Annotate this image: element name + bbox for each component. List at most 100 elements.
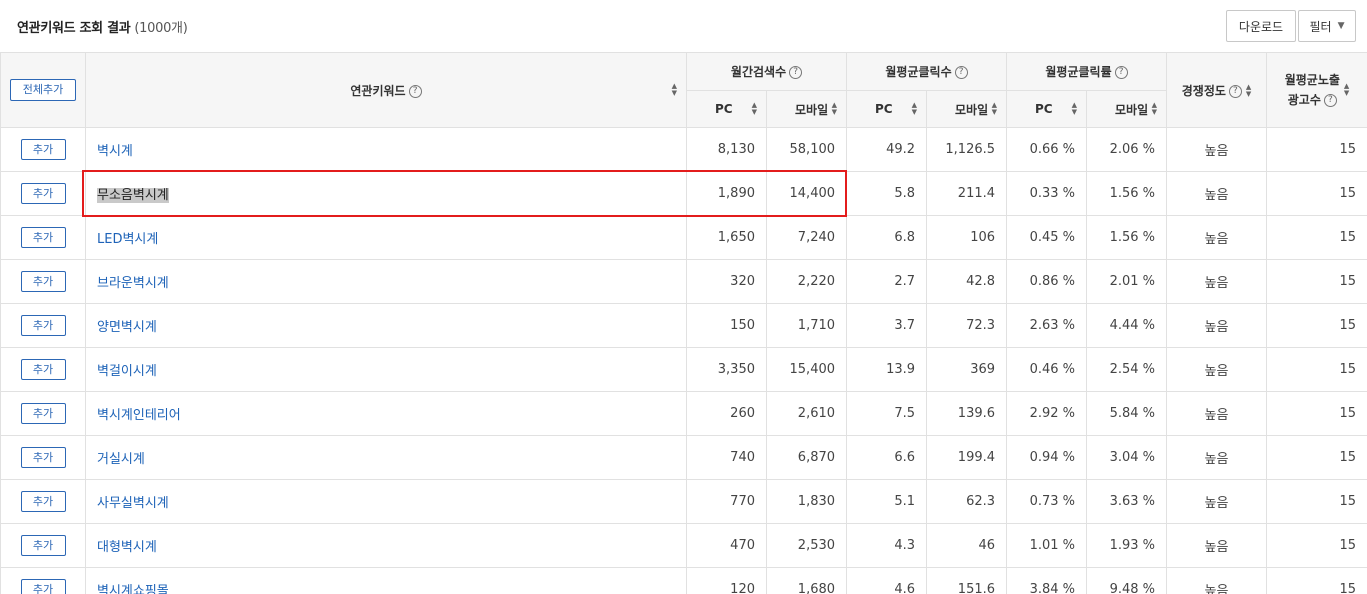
sort-updown-icon[interactable]: ▲ ▼ xyxy=(992,102,997,116)
add-all-header: 전체추가 xyxy=(0,52,86,128)
mobile-search-cell: 58,100 xyxy=(765,127,848,172)
pc-ctr-cell: 1.01 % xyxy=(1006,523,1088,568)
question-circle-icon[interactable]: ? xyxy=(789,66,803,79)
keyword-link[interactable]: 벽시계쇼핑몰 xyxy=(97,584,169,594)
keyword-cell[interactable]: 무소음벽시계 xyxy=(85,171,687,216)
sort-updown-icon[interactable]: ▲ ▼ xyxy=(752,102,757,116)
pc-search-cell: 770 xyxy=(686,479,767,524)
sub-header-mobile-clicks[interactable]: 모바일 ▲ ▼ xyxy=(926,90,1008,128)
table-row: 추가 대형벽시계 470 2,530 4.3 46 1.01 % 1.93 % 높음 15 xyxy=(0,523,1367,568)
competition-cell: 높음 xyxy=(1166,259,1268,304)
keyword-cell[interactable]: 벽시계쇼핑몰 xyxy=(85,567,687,594)
sub-header-pc-search[interactable]: PC ▲ ▼ xyxy=(686,90,767,128)
sub-header-pc-ctr[interactable]: PC ▲ ▼ xyxy=(1006,90,1088,128)
add-keyword-button[interactable]: 추가 xyxy=(20,227,66,248)
question-circle-icon[interactable]: ? xyxy=(954,66,968,79)
add-cell: 추가 xyxy=(0,347,86,392)
table-row: 추가 벽시계 8,130 58,100 49.2 1,126.5 0.66 % 2.06 % 높… xyxy=(0,127,1367,172)
ad-exposure-label-2: 광고수 xyxy=(1287,93,1321,107)
filter-button[interactable]: 필터 ▼ xyxy=(1298,10,1356,42)
sub-header-pc-clicks[interactable]: PC ▲ ▼ xyxy=(846,90,928,128)
keyword-results-table: 전체추가 연관키워드? ▲ ▼ 월간검색수? 월평균클릭수? 월평균클릭률? 경쟁… xyxy=(0,52,1367,594)
keyword-link[interactable]: 벽시계 xyxy=(97,144,133,159)
mobile-ctr-cell: 9.48 % xyxy=(1086,567,1168,594)
table-row: 추가 브라운벽시계 320 2,220 2.7 42.8 0.86 % 2.01 % 높음 15 xyxy=(0,259,1367,304)
download-button[interactable]: 다운로드 xyxy=(1226,10,1296,42)
avg-ctr-header: 월평균클릭률? xyxy=(1006,52,1168,91)
add-keyword-button[interactable]: 추가 xyxy=(20,183,66,204)
mobile-search-cell: 1,830 xyxy=(765,479,848,524)
sub-header-label: PC xyxy=(1035,102,1053,116)
sort-updown-icon[interactable]: ▲ ▼ xyxy=(1072,102,1077,116)
mobile-ctr-cell: 1.56 % xyxy=(1086,171,1168,216)
ad-exposure-header[interactable]: 월평균노출 광고수? ▲ ▼ xyxy=(1266,52,1367,128)
keyword-cell[interactable]: 대형벽시계 xyxy=(85,523,687,568)
mobile-ctr-cell: 2.54 % xyxy=(1086,347,1168,392)
mobile-clicks-cell: 199.4 xyxy=(926,435,1008,480)
chevron-down-icon: ▼ xyxy=(1337,21,1345,31)
avg-clicks-header: 월평균클릭수? xyxy=(846,52,1008,91)
keyword-link[interactable]: 벽시계인테리어 xyxy=(97,408,181,423)
add-cell: 추가 xyxy=(0,171,86,216)
add-keyword-button[interactable]: 추가 xyxy=(20,447,66,468)
mobile-clicks-cell: 72.3 xyxy=(926,303,1008,348)
sub-header-mobile-search[interactable]: 모바일 ▲ ▼ xyxy=(765,90,848,128)
keyword-cell[interactable]: 벽시계 xyxy=(85,127,687,172)
keyword-link[interactable]: LED벽시계 xyxy=(97,232,158,247)
add-keyword-button[interactable]: 추가 xyxy=(20,579,66,594)
keyword-link[interactable]: 무소음벽시계 xyxy=(97,188,169,203)
keyword-link[interactable]: 양면벽시계 xyxy=(97,320,157,335)
pc-clicks-cell: 4.3 xyxy=(846,523,928,568)
keyword-cell[interactable]: LED벽시계 xyxy=(85,215,687,260)
table-row: 추가 벽시계인테리어 260 2,610 7.5 139.6 2.92 % 5.84 % 높음 1… xyxy=(0,391,1367,436)
sort-updown-icon[interactable]: ▲ ▼ xyxy=(672,83,677,97)
ad-count-cell: 15 xyxy=(1266,567,1367,594)
add-keyword-button[interactable]: 추가 xyxy=(20,315,66,336)
question-circle-icon[interactable]: ? xyxy=(1323,94,1337,107)
keyword-column-header[interactable]: 연관키워드? ▲ ▼ xyxy=(85,52,687,128)
add-all-button[interactable]: 전체추가 xyxy=(10,79,76,101)
sort-updown-icon[interactable]: ▲ ▼ xyxy=(912,102,917,116)
pc-ctr-cell: 0.66 % xyxy=(1006,127,1088,172)
add-cell: 추가 xyxy=(0,479,86,524)
add-keyword-button[interactable]: 추가 xyxy=(20,535,66,556)
pc-ctr-cell: 0.33 % xyxy=(1006,171,1088,216)
keyword-link[interactable]: 거실시계 xyxy=(97,452,145,467)
question-circle-icon[interactable]: ? xyxy=(1228,84,1242,98)
add-keyword-button[interactable]: 추가 xyxy=(20,403,66,424)
sort-updown-icon[interactable]: ▲ ▼ xyxy=(832,102,837,116)
ad-count-cell: 15 xyxy=(1266,215,1367,260)
table-row: 추가 벽걸이시계 3,350 15,400 13.9 369 0.46 % 2.54 % 높음 1… xyxy=(0,347,1367,392)
keyword-cell[interactable]: 브라운벽시계 xyxy=(85,259,687,304)
keyword-cell[interactable]: 벽걸이시계 xyxy=(85,347,687,392)
sort-updown-icon[interactable]: ▲ ▼ xyxy=(1152,102,1157,116)
keyword-link[interactable]: 사무실벽시계 xyxy=(97,496,169,511)
pc-clicks-cell: 49.2 xyxy=(846,127,928,172)
sort-updown-icon[interactable]: ▲ ▼ xyxy=(1344,83,1349,97)
add-keyword-button[interactable]: 추가 xyxy=(20,359,66,380)
pc-search-cell: 150 xyxy=(686,303,767,348)
add-keyword-button[interactable]: 추가 xyxy=(20,491,66,512)
sub-header-label: PC xyxy=(875,102,893,116)
add-keyword-button[interactable]: 추가 xyxy=(20,271,66,292)
sub-header-mobile-ctr[interactable]: 모바일 ▲ ▼ xyxy=(1086,90,1168,128)
competition-header[interactable]: 경쟁정도? ▲ ▼ xyxy=(1166,52,1268,128)
keyword-link[interactable]: 대형벽시계 xyxy=(97,540,157,555)
competition-label: 경쟁정도 xyxy=(1181,83,1226,98)
sort-updown-icon[interactable]: ▲ ▼ xyxy=(1246,84,1251,98)
add-keyword-button[interactable]: 추가 xyxy=(20,139,66,160)
pc-search-cell: 470 xyxy=(686,523,767,568)
mobile-clicks-cell: 42.8 xyxy=(926,259,1008,304)
keyword-cell[interactable]: 사무실벽시계 xyxy=(85,479,687,524)
add-cell: 추가 xyxy=(0,215,86,260)
question-circle-icon[interactable]: ? xyxy=(1114,66,1128,79)
keyword-cell[interactable]: 거실시계 xyxy=(85,435,687,480)
keyword-cell[interactable]: 벽시계인테리어 xyxy=(85,391,687,436)
mobile-ctr-cell: 1.93 % xyxy=(1086,523,1168,568)
question-circle-icon[interactable]: ? xyxy=(408,84,422,98)
keyword-link[interactable]: 벽걸이시계 xyxy=(97,364,157,379)
keyword-cell[interactable]: 양면벽시계 xyxy=(85,303,687,348)
keyword-link[interactable]: 브라운벽시계 xyxy=(97,276,169,291)
competition-cell: 높음 xyxy=(1166,347,1268,392)
mobile-search-cell: 2,610 xyxy=(765,391,848,436)
